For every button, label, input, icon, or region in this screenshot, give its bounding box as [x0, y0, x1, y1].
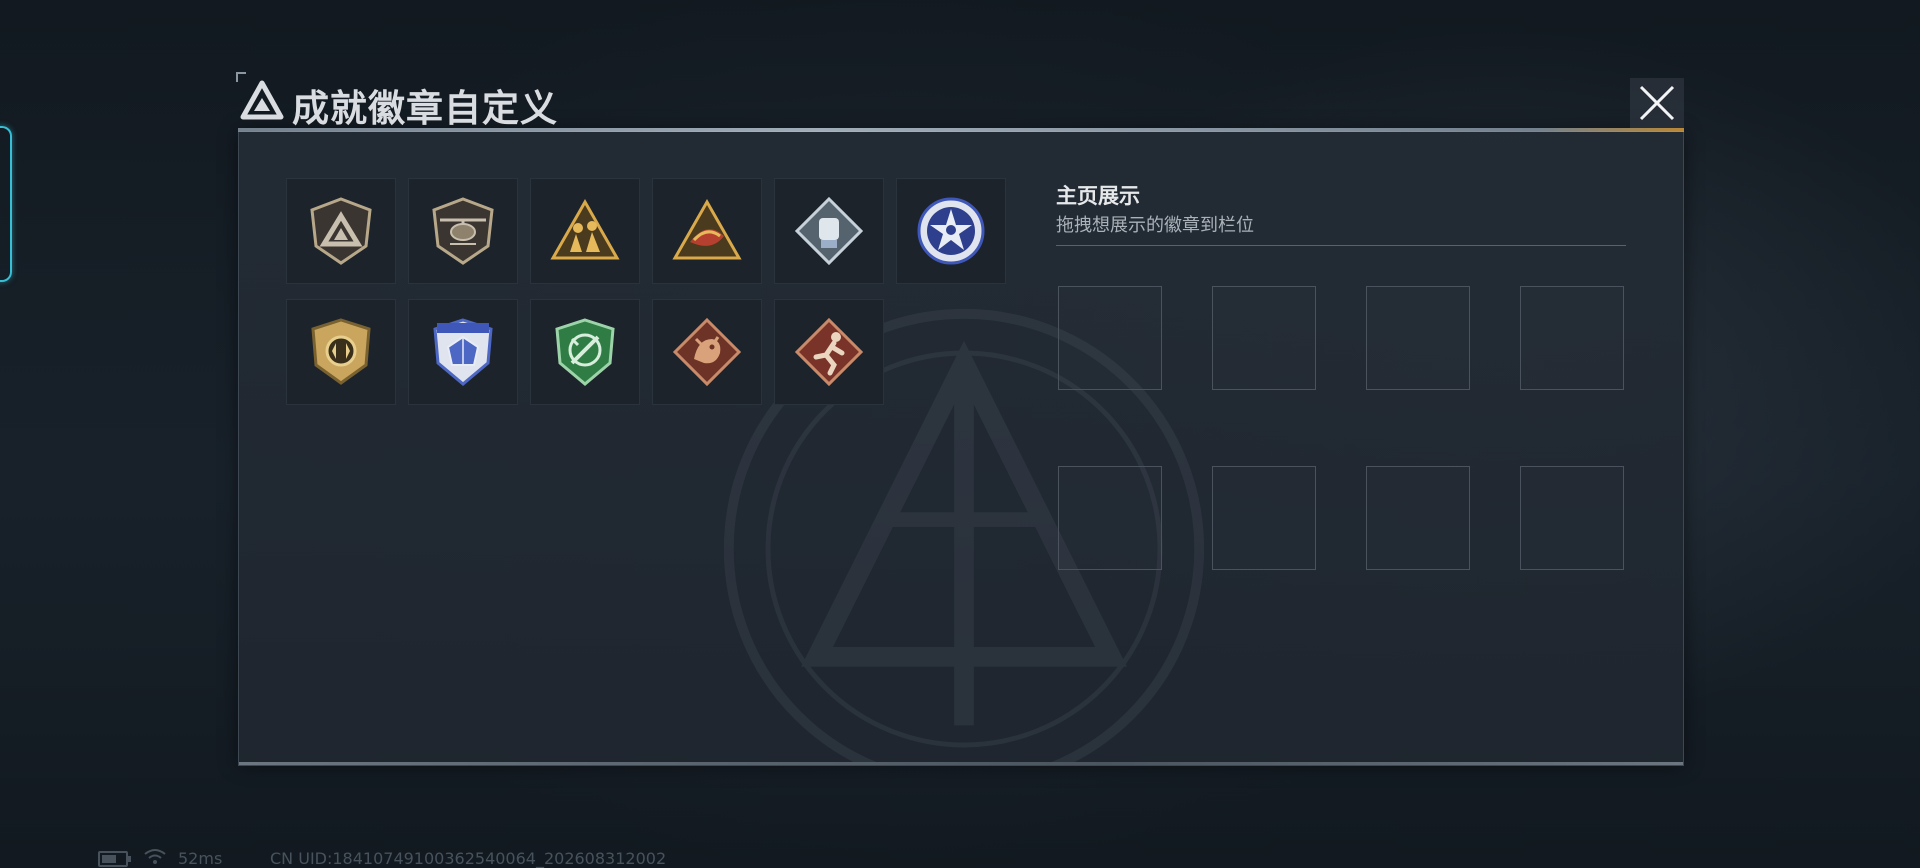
- user-uid: CN UID:18410749100362540064_202608312002: [270, 849, 667, 868]
- showcase-slot-5[interactable]: [1058, 466, 1162, 570]
- badge-item[interactable]: [408, 299, 518, 405]
- showcase-slot-6[interactable]: [1212, 466, 1316, 570]
- badge-item[interactable]: [774, 299, 884, 405]
- dragon-diamond-badge-icon: [672, 317, 742, 387]
- eagle-shield-gold-badge-icon: [311, 318, 371, 385]
- triangle-shield-badge-icon: [310, 197, 372, 265]
- close-button[interactable]: [1630, 78, 1684, 128]
- sword-green-shield-badge-icon: [555, 318, 615, 386]
- showcase-slot-7[interactable]: [1366, 466, 1470, 570]
- showcase-slot-2[interactable]: [1212, 286, 1316, 390]
- fish-triangle-badge-icon: [672, 198, 742, 260]
- wifi-icon: [144, 849, 166, 864]
- badge-item[interactable]: [530, 178, 640, 284]
- status-bar: 52ms CN UID:18410749100362540064_2026083…: [98, 848, 798, 868]
- battery-icon: [98, 851, 131, 867]
- showcase-slot-3[interactable]: [1366, 286, 1470, 390]
- showcase-hint: 拖拽想展示的徽章到栏位: [1056, 215, 1254, 236]
- dialog-title: 成就徽章自定义: [292, 87, 558, 130]
- badge-item[interactable]: [652, 299, 762, 405]
- ping-readout: 52ms: [178, 849, 223, 868]
- side-panel-tab[interactable]: [0, 126, 12, 282]
- runner-diamond-badge-icon: [794, 317, 864, 387]
- crystal-blue-shield-badge-icon: [433, 318, 493, 386]
- badge-item[interactable]: [286, 299, 396, 405]
- header-divider: [238, 128, 1684, 132]
- badge-item[interactable]: [774, 178, 884, 284]
- showcase-slot-8[interactable]: [1520, 466, 1624, 570]
- badge-item[interactable]: [896, 178, 1006, 284]
- badge-item[interactable]: [286, 178, 396, 284]
- showcase-divider: [1056, 245, 1626, 246]
- triangle-logo-icon: [240, 80, 284, 120]
- showcase-slot-1[interactable]: [1058, 286, 1162, 390]
- soldiers-triangle-badge-icon: [550, 198, 620, 260]
- showcase-title: 主页展示: [1056, 184, 1140, 208]
- dialog-header: 成就徽章自定义: [236, 72, 1686, 134]
- star-skull-round-badge-icon: [917, 197, 985, 265]
- badge-collection: [286, 178, 1016, 408]
- badge-item[interactable]: [530, 299, 640, 405]
- showcase-slot-4[interactable]: [1520, 286, 1624, 390]
- close-icon: [1639, 85, 1675, 121]
- helicopter-shield-badge-icon: [432, 197, 494, 265]
- badge-item[interactable]: [652, 178, 762, 284]
- fist-diamond-badge-icon: [794, 196, 864, 266]
- badge-item[interactable]: [408, 178, 518, 284]
